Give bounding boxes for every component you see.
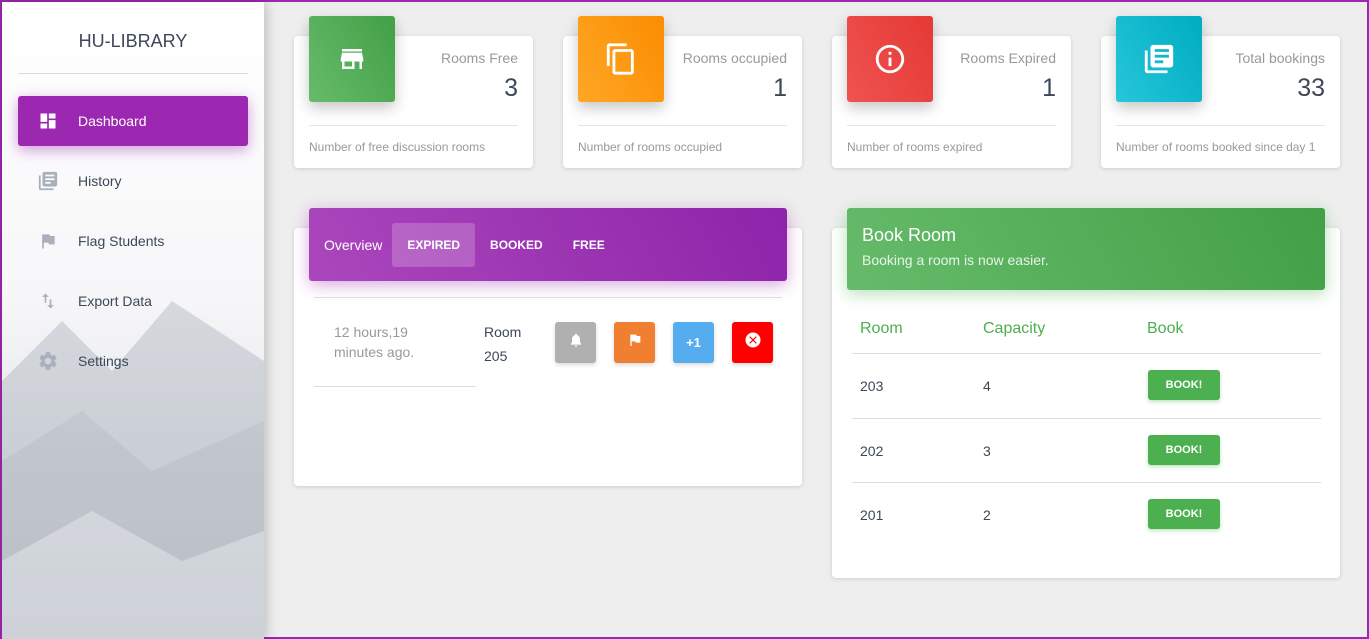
gear-icon [18,350,78,372]
stat-value: 1 [773,74,787,102]
book-button[interactable]: BOOK! [1148,370,1220,400]
tab-booked[interactable]: BOOKED [475,223,558,267]
sidebar-item-label: Export Data [78,293,152,309]
flag-icon [627,332,643,353]
stat-value: 3 [504,74,518,102]
table-cell-capacity: 3 [983,443,991,459]
stat-title: Rooms occupied [682,50,787,66]
sidebar-item-flag-students[interactable]: Flag Students [18,216,248,266]
stat-footer: Number of rooms expired [847,125,1056,154]
stat-card-rooms-occupied: Rooms occupied 1 Number of rooms occupie… [563,16,802,168]
stat-card-rooms-expired: Rooms Expired 1 Number of rooms expired [832,16,1071,168]
stat-footer: Number of rooms occupied [578,125,787,154]
sidebar-item-settings[interactable]: Settings [18,336,248,386]
tab-free[interactable]: FREE [558,223,620,267]
table-cell-room: 203 [860,378,884,394]
sidebar-item-label: Dashboard [78,113,147,129]
stat-value: 1 [1042,74,1056,102]
sidebar-item-dashboard[interactable]: Dashboard [18,96,248,146]
book-room-header: Book Room Booking a room is now easier. [847,208,1325,290]
table-divider [852,482,1321,483]
sidebar-item-export-data[interactable]: Export Data [18,276,248,326]
dashboard-icon [18,111,78,131]
plus-one-button[interactable]: +1 [673,322,714,363]
table-cell-room: 201 [860,507,884,523]
notify-button[interactable] [555,322,596,363]
stat-card-rooms-free: Rooms Free 3 Number of free discussion r… [294,16,533,168]
stat-title: Total bookings [1235,50,1325,66]
stat-title: Rooms Expired [960,50,1056,66]
sidebar-item-history[interactable]: History [18,156,248,206]
overview-header: Overview EXPIRED BOOKED FREE [309,208,787,281]
library-books-icon [18,170,78,192]
divider [314,386,476,387]
table-divider [852,353,1321,354]
tab-expired[interactable]: EXPIRED [392,222,476,267]
entry-time: 12 hours,19 minutes ago. [334,324,415,360]
table-cell-room: 202 [860,443,884,459]
sidebar-item-label: Flag Students [78,233,165,249]
column-header-capacity: Capacity [983,320,1046,337]
book-room-title: Book Room [862,225,957,245]
stat-footer: Number of free discussion rooms [309,125,518,154]
overview-label: Overview [324,236,383,253]
import-export-icon [18,291,78,311]
table-divider [852,418,1321,419]
table-cell-capacity: 2 [983,507,991,523]
bell-icon [568,332,584,353]
sidebar-item-label: Settings [78,353,129,369]
library-books-icon [1116,16,1202,102]
stat-footer: Number of rooms booked since day 1 [1116,125,1325,154]
stat-title: Rooms Free [440,50,518,66]
entry-room: Room 205 [484,324,522,364]
book-button[interactable]: BOOK! [1148,499,1220,529]
book-room-subtitle: Booking a room is now easier. [862,252,1049,268]
flag-icon [18,231,78,251]
brand-title[interactable]: HU-LIBRARY [18,24,248,74]
book-button[interactable]: BOOK! [1148,435,1220,465]
table-cell-capacity: 4 [983,378,991,394]
flag-button[interactable] [614,322,655,363]
divider [314,297,782,298]
remove-button[interactable] [732,322,773,363]
column-header-room: Room [860,320,903,337]
content-copy-icon [578,16,664,102]
stat-value: 33 [1297,74,1325,102]
info-icon [847,16,933,102]
store-icon [309,16,395,102]
sidebar-item-label: History [78,173,122,189]
column-header-book: Book [1147,320,1184,337]
stat-card-total-bookings: Total bookings 33 Number of rooms booked… [1101,16,1340,168]
sidebar: HU-LIBRARY Dashboard History Flag Studen… [2,2,264,639]
close-circle-icon [744,331,762,354]
